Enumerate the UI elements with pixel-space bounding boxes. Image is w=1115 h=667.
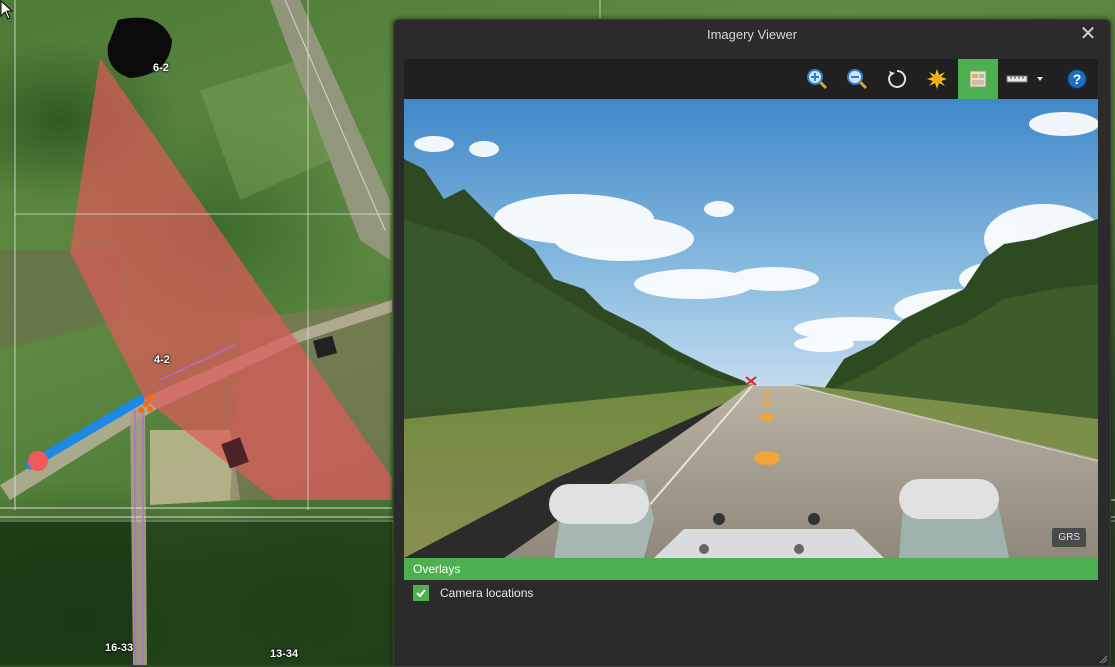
imagery-viewer-window[interactable]: Imagery Viewer ✕ ? GRS Overlays Camera l… [393,19,1111,667]
overlay-icon [969,70,987,88]
map-label-4-2: 4-2 [154,354,170,366]
viewer-titlebar[interactable]: Imagery Viewer ✕ [394,20,1110,50]
help-icon: ? [1067,69,1087,89]
mouse-cursor-icon [0,0,14,20]
measure-icon [1006,75,1043,83]
viewer-toolbar: ? [404,59,1098,99]
map-label-13-34: 13-34 [270,648,299,660]
measure-dropdown-button[interactable] [1000,59,1050,99]
map-label-16-33: 16-33 [105,642,134,654]
overlays-header-label: Overlays [413,562,461,576]
zoom-out-button[interactable] [838,59,876,99]
brightness-icon [927,69,947,89]
current-camera-marker [28,451,48,471]
map-label-6-2: 6-2 [153,62,169,74]
reset-view-button[interactable] [878,59,916,99]
resize-grip-icon[interactable] [1098,654,1108,664]
imagery-panorama[interactable]: GRS [404,99,1098,558]
close-button[interactable]: ✕ [1078,23,1098,45]
checkmark-icon [416,589,426,598]
overlays-header: Overlays [404,558,1098,580]
chevron-down-icon [1037,77,1043,81]
grs-badge: GRS [1052,528,1086,547]
camera-locations-checkbox[interactable] [413,585,429,601]
zoom-in-button[interactable] [798,59,836,99]
viewer-title: Imagery Viewer [706,27,798,42]
brightness-button[interactable] [918,59,956,99]
rotate-reset-icon [888,69,907,88]
overlay-item-camera-locations[interactable]: Camera locations [413,583,533,603]
svg-text:?: ? [1073,71,1082,87]
overlay-toggle-button[interactable] [958,59,998,99]
camera-track [25,395,145,470]
camera-locations-label: Camera locations [440,586,534,600]
zoom-in-icon [807,69,828,90]
help-button[interactable]: ? [1058,59,1096,99]
panorama-image [404,99,1098,558]
zoom-out-icon [847,69,868,90]
